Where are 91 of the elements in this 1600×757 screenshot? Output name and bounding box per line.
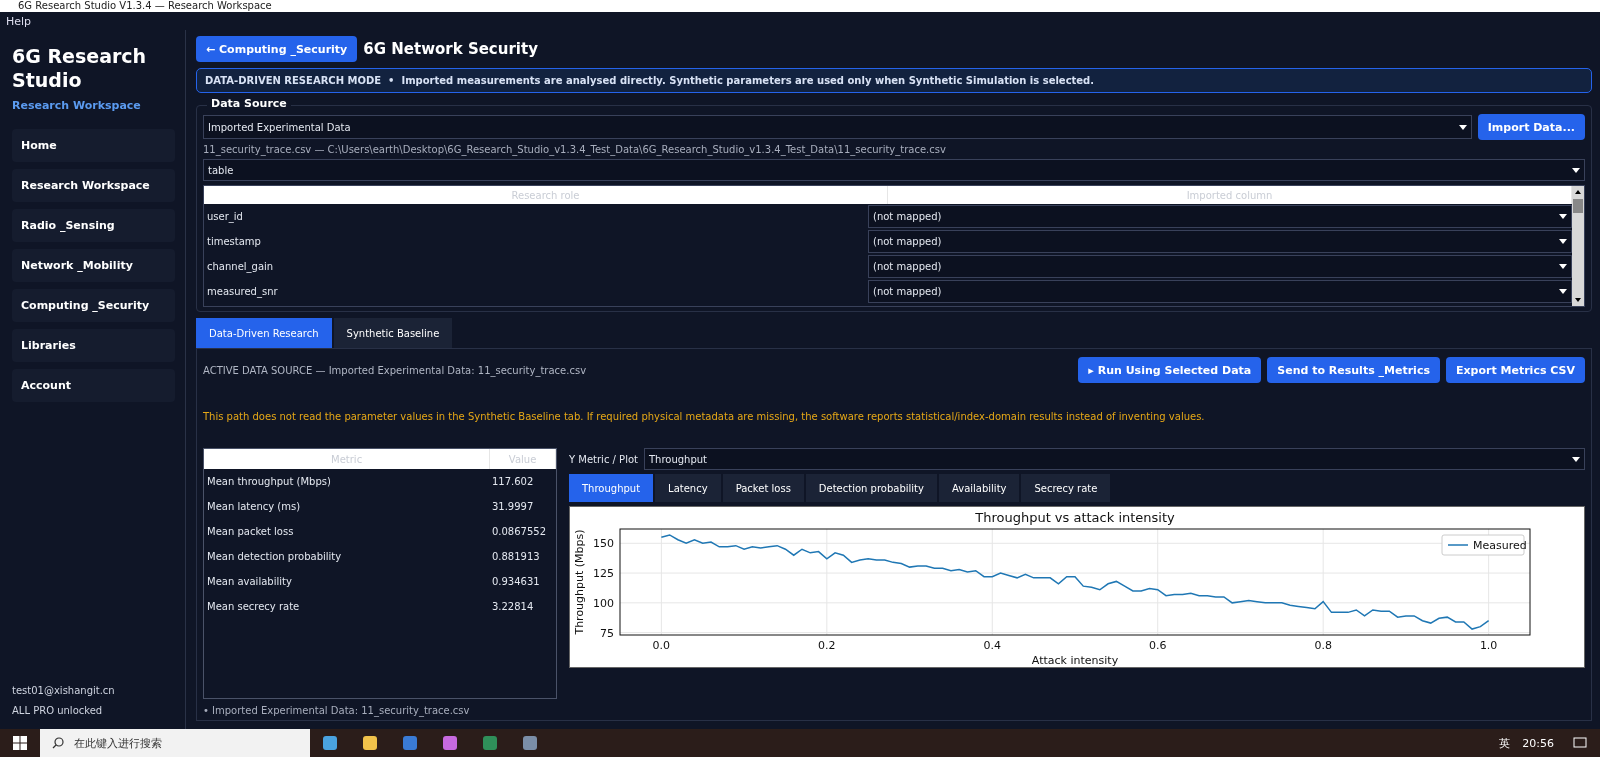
app-icon[interactable] bbox=[442, 735, 458, 751]
notification-icon[interactable] bbox=[1573, 736, 1587, 750]
dropdown-caret-icon bbox=[1559, 289, 1567, 294]
x-tick-label: 0.2 bbox=[818, 639, 836, 652]
y-axis-label: Throughput (Mbps) bbox=[573, 529, 586, 635]
app-title: 6G Research Studio bbox=[12, 44, 148, 92]
dropdown-caret-icon bbox=[1559, 239, 1567, 244]
plot-selector-label: Y Metric / Plot bbox=[569, 453, 638, 465]
import-data-button[interactable]: Import Data... bbox=[1477, 114, 1585, 140]
dropdown-caret-icon bbox=[1559, 214, 1567, 219]
x-tick-label: 0.8 bbox=[1314, 639, 1332, 652]
sidebar-item[interactable]: Libraries bbox=[12, 329, 175, 362]
x-tick-label: 0.0 bbox=[652, 639, 671, 652]
x-tick-label: 0.4 bbox=[983, 639, 1001, 652]
plot-dropdown[interactable]: Throughput bbox=[643, 448, 1585, 470]
dropdown-caret-icon bbox=[1458, 124, 1467, 130]
column-dropdown[interactable]: (not mapped) bbox=[868, 205, 1572, 228]
action-button[interactable]: Export Metrics CSV bbox=[1445, 357, 1585, 383]
table-cell-text: Mean secrecy rate bbox=[206, 601, 301, 612]
column-dropdown[interactable]: (not mapped) bbox=[868, 230, 1572, 253]
legend-label: Measured bbox=[1473, 539, 1527, 552]
scrollbar[interactable] bbox=[1572, 186, 1584, 306]
sidebar-item[interactable]: Account bbox=[12, 369, 175, 402]
table-cell-text: Mean packet loss bbox=[206, 526, 295, 537]
app-subtitle: Research Workspace bbox=[12, 99, 142, 112]
app-icon[interactable] bbox=[322, 735, 338, 751]
table-cell-text: 0.934631 bbox=[490, 576, 541, 587]
table-cell-text: user_id bbox=[206, 211, 244, 222]
back-button[interactable]: ← Computing _Security bbox=[196, 36, 358, 62]
y-tick-label: 100 bbox=[593, 596, 614, 610]
tab[interactable]: Synthetic Baseline bbox=[333, 318, 453, 348]
table-cell-text: Mean availability bbox=[206, 576, 293, 587]
y-tick-label: 75 bbox=[600, 626, 614, 640]
table-cell-text: 31.9997 bbox=[490, 501, 535, 512]
table-cell-text: Mean detection probability bbox=[206, 551, 343, 562]
table-cell-text: timestamp bbox=[206, 236, 262, 247]
sidebar-item[interactable]: Radio _Sensing bbox=[12, 209, 175, 242]
x-tick-label: 1.0 bbox=[1479, 639, 1498, 652]
input-method-indicator[interactable]: 英 bbox=[1493, 735, 1517, 751]
sidebar-item[interactable]: Computing _Security bbox=[12, 289, 175, 322]
sidebar-item[interactable]: Home bbox=[12, 129, 175, 162]
plot-tab[interactable]: Secrecy rate bbox=[1021, 474, 1111, 502]
table-cell-text: channel_gain bbox=[206, 261, 275, 272]
action-button[interactable]: ▸ Run Using Selected Data bbox=[1078, 357, 1262, 383]
format-dropdown[interactable]: table bbox=[203, 159, 1585, 181]
table-cell-text: 0.881913 bbox=[490, 551, 541, 562]
column-dropdown[interactable]: (not mapped) bbox=[868, 280, 1572, 303]
table-cell-text: Mean latency (ms) bbox=[206, 501, 302, 512]
plot-tab[interactable]: Throughput bbox=[569, 474, 654, 502]
chart-title: Throughput vs attack intensity bbox=[975, 510, 1175, 525]
plot-tab[interactable]: Availability bbox=[938, 474, 1020, 502]
app-icon[interactable] bbox=[482, 735, 498, 751]
clock[interactable]: 20:56 bbox=[1516, 736, 1560, 750]
dropdown-caret-icon bbox=[1572, 167, 1580, 173]
y-tick-label: 125 bbox=[593, 567, 614, 581]
active-source-label: ACTIVE DATA SOURCE — Imported Experimental Data: 11_security_trace.csv bbox=[203, 364, 588, 376]
chart-legend: Measured bbox=[1441, 534, 1527, 556]
x-tick-label: 0.6 bbox=[1149, 639, 1167, 652]
table-cell-text: Mean throughput (Mbps) bbox=[206, 476, 332, 487]
app-icon[interactable] bbox=[362, 735, 378, 751]
scrollbar-thumb[interactable] bbox=[1573, 199, 1583, 213]
x-axis-label: Attack intensity bbox=[1031, 654, 1119, 667]
taskbar-search-field[interactable]: 在此键入进行搜索 bbox=[40, 729, 310, 757]
warning-text: This path does not read the parameter values in the Synthetic Baseline tab. If required physical metadata are missing, the software reports statistical/index-domain results instead of inventing values. bbox=[203, 411, 1206, 422]
table-cell-text: 0.0867552 bbox=[490, 526, 547, 537]
dropdown-caret-icon bbox=[1559, 264, 1567, 269]
mode-banner: DATA-DRIVEN RESEARCH MODE • Imported measurements are analysed directly. Synthetic parameters are used only when Synthetic Simulation is selected. bbox=[196, 68, 1592, 93]
dropdown-caret-icon bbox=[1572, 456, 1580, 462]
source-dropdown[interactable]: Imported Experimental Data bbox=[203, 115, 1472, 139]
action-button[interactable]: Send to Results _Metrics bbox=[1267, 357, 1440, 383]
app-icon[interactable] bbox=[522, 735, 538, 751]
plot-tab[interactable]: Detection probability bbox=[805, 474, 937, 502]
window-title: 6G Research Studio V1.3.4 — Research Workspace bbox=[18, 1, 272, 11]
search-icon bbox=[52, 737, 64, 749]
sidebar-item[interactable]: Network _Mobility bbox=[12, 249, 175, 282]
y-tick-label: 150 bbox=[593, 537, 614, 551]
footnote: • Imported Experimental Data: 11_security_trace.csv bbox=[203, 705, 471, 716]
user-email: test01@xishangit.cn bbox=[12, 684, 116, 697]
table-cell-text: measured_snr bbox=[206, 286, 279, 297]
sidebar-item[interactable]: Research Workspace bbox=[12, 169, 175, 202]
column-dropdown[interactable]: (not mapped) bbox=[868, 255, 1572, 278]
plot-tab[interactable]: Packet loss bbox=[722, 474, 804, 502]
group-title: Data Source bbox=[207, 97, 291, 110]
table-cell-text: 117.602 bbox=[490, 476, 535, 487]
plot-tab[interactable]: Latency bbox=[655, 474, 721, 502]
file-path: 11_security_trace.csv — C:\Users\earth\Desktop\6G_Research_Studio_v1.3.4_Test_Data\6G_Research_Studio_v1.3.4_Test_Data\11_security_trace.csv bbox=[203, 144, 947, 155]
tab[interactable]: Data-Driven Research bbox=[196, 318, 332, 348]
menu-item[interactable]: Help bbox=[6, 14, 32, 28]
page-title: 6G Network Security bbox=[363, 40, 538, 58]
license-status: ALL PRO unlocked bbox=[12, 704, 104, 717]
table-cell-text: 3.22814 bbox=[490, 601, 535, 612]
